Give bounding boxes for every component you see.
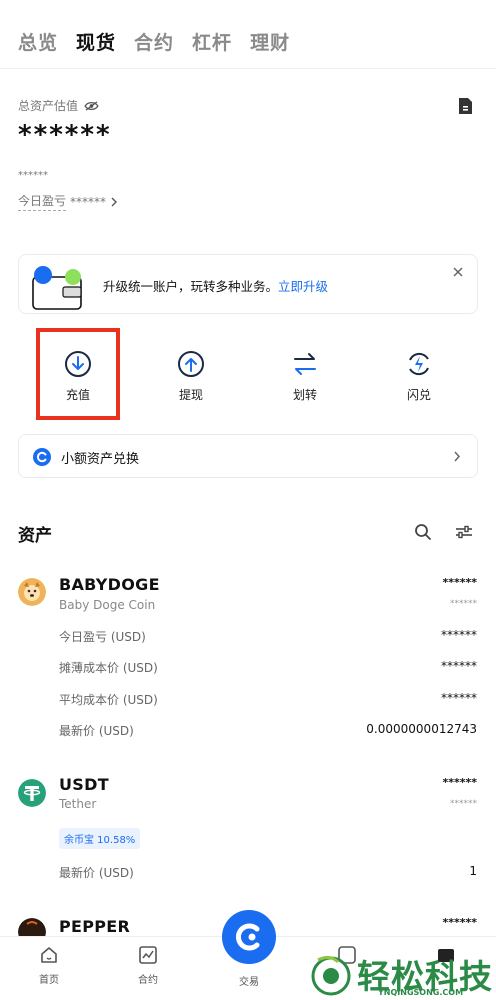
coin-value: ****** xyxy=(442,576,477,589)
coin-row-label: 平均成本价 (USD) xyxy=(59,693,158,707)
filter-icon[interactable] xyxy=(455,523,473,541)
coin-row-value: ****** xyxy=(441,659,477,673)
banner-text: 升级统一账户，玩转多种业务。 xyxy=(103,279,279,294)
assets-title: 资产 xyxy=(18,526,52,546)
coin-row-label: 最新价 (USD) xyxy=(59,866,134,880)
coin-sub-value: ****** xyxy=(450,799,477,809)
nav-contract-label: 合约 xyxy=(138,975,158,986)
top-tabs: 总览 现货 合约 杠杆 理财 xyxy=(18,28,290,55)
banner-message: 升级统一账户，玩转多种业务。立即升级 xyxy=(103,276,328,295)
coin-name: Tether xyxy=(59,797,97,811)
upgrade-banner[interactable]: 升级统一账户，玩转多种业务。立即升级 xyxy=(18,254,478,314)
close-icon[interactable] xyxy=(451,265,465,279)
nav-home[interactable]: 首页 xyxy=(24,945,74,986)
babydoge-coin-icon xyxy=(18,578,46,606)
coin-name: Baby Doge Coin xyxy=(59,598,156,612)
today-pnl-value: ****** xyxy=(70,194,107,209)
coin-sub-value: ****** xyxy=(450,599,477,609)
chevron-right-icon xyxy=(454,451,461,462)
exchange-label: 小额资产兑换 xyxy=(61,452,140,467)
coin-row-label: 摊薄成本价 (USD) xyxy=(59,661,158,675)
today-pnl[interactable]: 今日盈亏 ****** xyxy=(18,192,118,211)
total-value: ****** xyxy=(18,120,112,150)
usdt-coin-icon xyxy=(18,779,46,807)
coin-row-value: 1 xyxy=(469,864,477,878)
coin-row-value: ****** xyxy=(441,628,477,642)
flash-exchange-icon xyxy=(409,352,429,376)
transfer-label: 划转 xyxy=(292,388,317,402)
document-icon[interactable] xyxy=(457,97,474,115)
coin-row-value: 0.0000000012743 xyxy=(366,722,477,736)
withdraw-icon xyxy=(178,351,204,377)
trade-label: 交易 xyxy=(239,977,259,988)
transfer-icon xyxy=(294,353,316,375)
withdraw-button[interactable]: 提现 xyxy=(161,350,221,403)
small-asset-exchange[interactable]: 小额资产兑换 xyxy=(18,434,478,478)
coin-value: ****** xyxy=(442,916,477,929)
coin-symbol: PEPPER xyxy=(59,917,131,936)
exchange-icon xyxy=(33,448,51,466)
tab-finance[interactable]: 理财 xyxy=(250,28,290,55)
coin-value: ****** xyxy=(442,776,477,789)
chart-icon xyxy=(139,946,157,964)
today-pnl-label: 今日盈亏 xyxy=(18,192,67,211)
tab-margin[interactable]: 杠杆 xyxy=(192,28,232,55)
coin-symbol: USDT xyxy=(59,775,109,794)
flash-exchange-button[interactable]: 闪兑 xyxy=(389,350,449,403)
watermark-url: YNQINGSONG.COM xyxy=(378,988,464,997)
coin-row-label: 最新价 (USD) xyxy=(59,724,134,738)
divider xyxy=(0,68,496,69)
nav-contract[interactable]: 合约 xyxy=(123,945,173,986)
coin-row-value: ****** xyxy=(441,691,477,705)
nav-home-label: 首页 xyxy=(39,975,59,986)
search-icon[interactable] xyxy=(414,523,432,541)
total-asset-label-text: 总资产估值 xyxy=(18,99,79,113)
upgrade-link[interactable]: 立即升级 xyxy=(278,279,328,294)
tab-spot[interactable]: 现货 xyxy=(76,28,116,55)
wallet-illustration xyxy=(32,266,82,310)
tab-overview[interactable]: 总览 xyxy=(18,28,58,55)
watermark-logo-icon xyxy=(311,955,351,996)
eye-hidden-icon[interactable] xyxy=(84,100,99,111)
yubibao-badge[interactable]: 余币宝 10.58% xyxy=(59,828,141,849)
coin-row-label: 今日盈亏 (USD) xyxy=(59,630,146,644)
coin-symbol: BABYDOGE xyxy=(59,575,160,594)
highlight-box xyxy=(36,328,120,420)
flash-exchange-label: 闪兑 xyxy=(406,388,431,402)
transfer-button[interactable]: 划转 xyxy=(275,350,335,403)
withdraw-label: 提现 xyxy=(178,388,203,402)
home-icon xyxy=(41,947,57,963)
trade-icon xyxy=(236,923,260,951)
total-sub-value: ****** xyxy=(18,170,48,181)
total-asset-label: 总资产估值 xyxy=(18,97,99,114)
chevron-right-icon xyxy=(111,197,118,206)
trade-button[interactable] xyxy=(222,910,276,964)
tab-contract[interactable]: 合约 xyxy=(134,28,174,55)
